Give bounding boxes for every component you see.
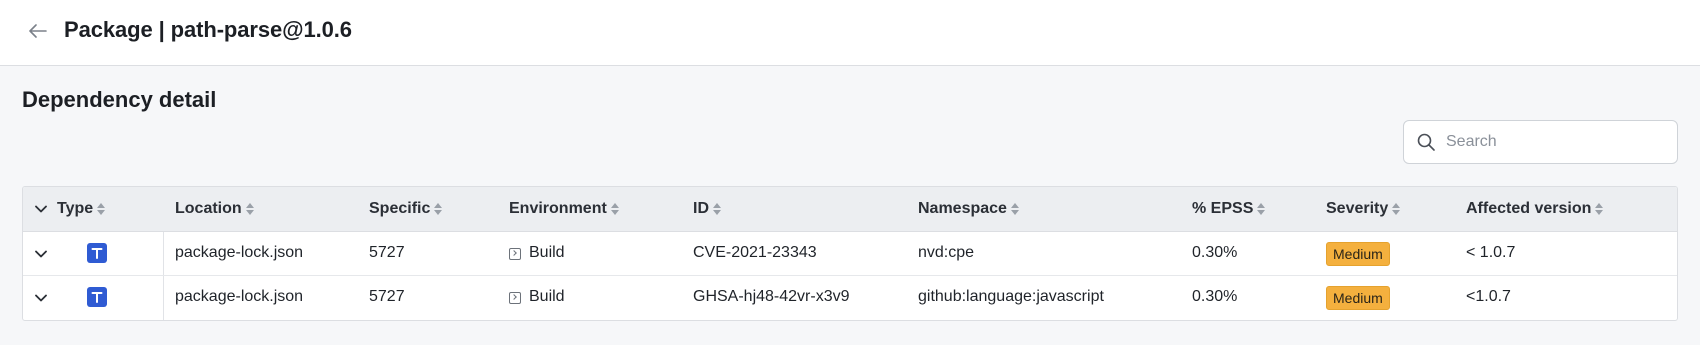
row-expand-chevron-icon[interactable] [34, 247, 48, 261]
sort-icon [1392, 203, 1401, 215]
sort-icon [1010, 203, 1019, 215]
environment-cell: Build [509, 288, 565, 306]
dependency-table: Type Location Specific Environment ID Na… [22, 186, 1678, 321]
column-header-epss[interactable]: % EPSS [1192, 200, 1266, 218]
namespace-cell: github:language:javascript [918, 288, 1104, 305]
table-header: Type Location Specific Environment ID Na… [23, 187, 1677, 232]
epss-cell: 0.30% [1192, 244, 1238, 261]
environment-cell: Build [509, 244, 565, 262]
column-header-namespace[interactable]: Namespace [918, 200, 1019, 218]
search-icon [1416, 132, 1436, 152]
specific-cell: 5727 [369, 288, 405, 305]
location-cell: package-lock.json [175, 288, 304, 305]
row-expand-chevron-icon[interactable] [34, 291, 48, 305]
search-box[interactable] [1403, 120, 1678, 164]
column-header-specific[interactable]: Specific [369, 200, 443, 218]
affected-version-cell: < 1.0.7 [1466, 244, 1516, 261]
terminal-icon [509, 248, 521, 260]
table-row[interactable]: package-lock.json 5727 Build GHSA-hj48-4… [23, 276, 1677, 320]
sort-icon [245, 203, 254, 215]
id-cell: GHSA-hj48-42vr-x3v9 [693, 288, 850, 305]
sort-icon [1595, 203, 1604, 215]
sort-icon [713, 203, 721, 215]
location-cell: package-lock.json [175, 244, 304, 261]
sort-icon [97, 203, 106, 215]
affected-version-cell: <1.0.7 [1466, 288, 1511, 305]
terminal-icon [509, 292, 521, 304]
package-type-icon [87, 287, 107, 307]
severity-badge: Medium [1326, 242, 1390, 266]
back-arrow-icon[interactable] [27, 20, 49, 42]
column-header-affected-version[interactable]: Affected version [1466, 200, 1604, 218]
sort-icon [1257, 203, 1266, 215]
search-input[interactable] [1446, 133, 1666, 151]
table-row[interactable]: package-lock.json 5727 Build CVE-2021-23… [23, 232, 1677, 276]
column-header-type[interactable]: Type [57, 200, 106, 218]
namespace-cell: nvd:cpe [918, 244, 975, 261]
specific-cell: 5727 [369, 244, 405, 261]
section-title: Dependency detail [22, 87, 217, 112]
package-type-icon [87, 243, 107, 263]
expand-all-chevron-icon[interactable] [34, 202, 48, 216]
epss-cell: 0.30% [1192, 288, 1238, 305]
sort-icon [610, 203, 619, 215]
column-header-id[interactable]: ID [693, 200, 721, 218]
column-header-location[interactable]: Location [175, 200, 254, 218]
severity-badge: Medium [1326, 286, 1390, 310]
top-bar: Package | path-parse@1.0.6 [0, 0, 1700, 66]
page-title: Package | path-parse@1.0.6 [64, 17, 352, 42]
sort-icon [434, 203, 443, 215]
column-header-environment[interactable]: Environment [509, 200, 619, 218]
column-header-severity[interactable]: Severity [1326, 200, 1401, 218]
id-cell: CVE-2021-23343 [693, 244, 817, 261]
